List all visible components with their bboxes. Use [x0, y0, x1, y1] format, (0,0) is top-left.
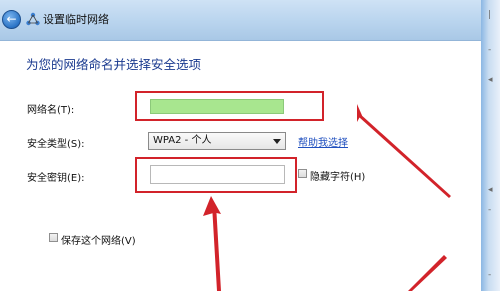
annotation-arrow-partial	[408, 255, 447, 291]
annotation-arrow-key	[203, 196, 221, 291]
annotation-arrow-name	[357, 104, 451, 198]
annotation-arrows	[203, 104, 451, 291]
